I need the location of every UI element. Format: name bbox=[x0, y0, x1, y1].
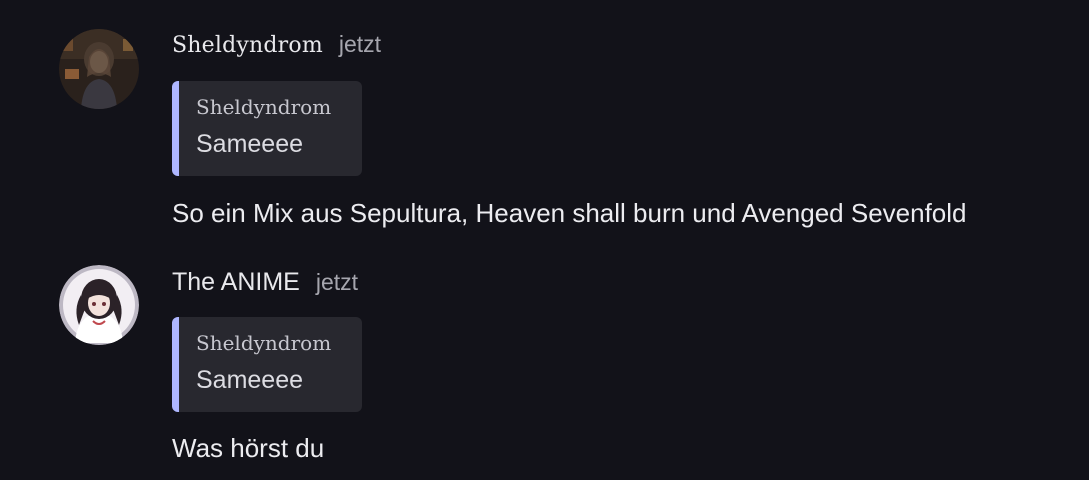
timestamp: jetzt bbox=[315, 269, 359, 295]
username[interactable]: The ANIME bbox=[172, 268, 300, 297]
reply-quote[interactable]: Sheldyndrom Sameeee bbox=[172, 317, 362, 412]
quote-author: Sheldyndrom bbox=[196, 331, 332, 355]
chat-message: The ANIME jetzt Sheldyndrom Sameeee Was … bbox=[0, 0, 1089, 480]
quote-text: Sameeee bbox=[196, 366, 304, 394]
message-header: The ANIME jetzt bbox=[172, 268, 358, 297]
anime-avatar-icon[interactable] bbox=[59, 265, 139, 345]
quote-accent-bar bbox=[172, 317, 179, 412]
message-text: Was hörst du bbox=[172, 433, 325, 463]
